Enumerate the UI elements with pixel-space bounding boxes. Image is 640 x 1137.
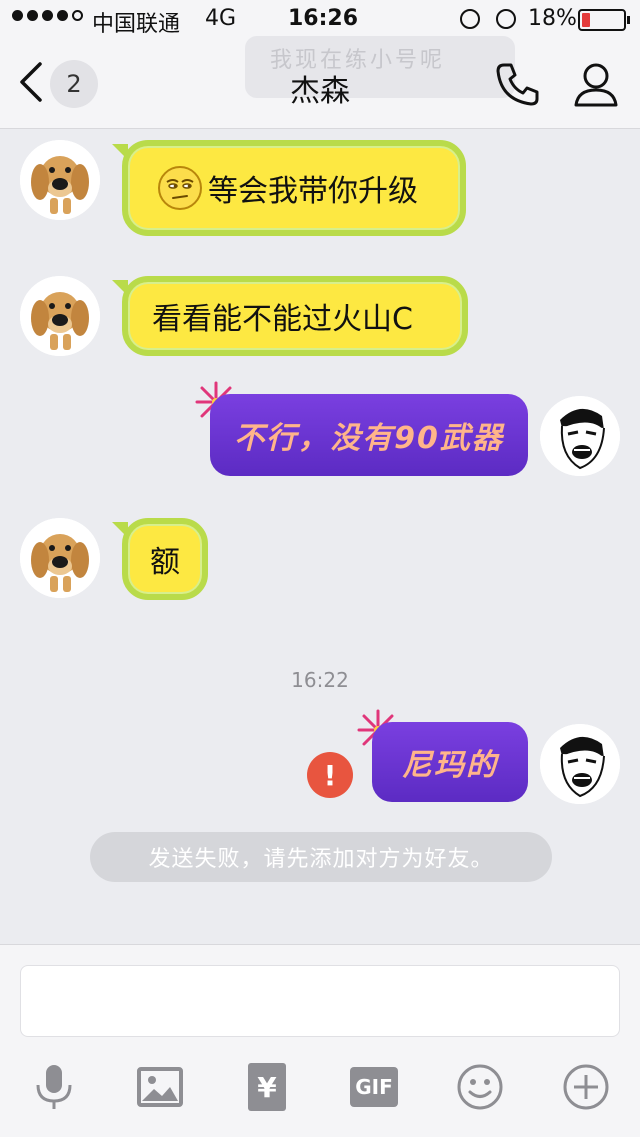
message-bubble[interactable]: 看看能不能过火山C [122, 276, 468, 356]
meme-face-avatar-icon [540, 396, 620, 476]
send-failed-icon[interactable]: ! [307, 752, 353, 798]
signal-strength-icon [12, 10, 83, 21]
smirk-emoji-icon [158, 166, 202, 210]
composer-panel: ¥ GIF [0, 944, 640, 1137]
dog-avatar-icon [20, 518, 100, 598]
battery-icon [578, 9, 630, 31]
message-timestamp: 16:22 [291, 668, 349, 692]
message-bubble[interactable]: 不行，没有90武器 [210, 394, 528, 476]
carrier-label: 中国联通 [92, 12, 181, 37]
plus-icon[interactable] [562, 1063, 610, 1111]
message-text: 不行，没有90武器 [234, 421, 504, 456]
microphone-icon[interactable] [30, 1063, 78, 1111]
friend-avatar[interactable] [20, 140, 100, 220]
emoji-icon[interactable] [456, 1063, 504, 1111]
message-text: 等会我带你升级 [208, 174, 418, 209]
chat-title: 杰森 [290, 74, 350, 109]
gif-icon[interactable]: GIF [350, 1067, 398, 1107]
nav-bar: 我现在练小号呢 2 杰森 [0, 36, 640, 129]
my-avatar[interactable] [540, 396, 620, 476]
message-bubble[interactable]: 等会我带你升级 [122, 140, 466, 236]
red-packet-icon[interactable]: ¥ [248, 1063, 286, 1111]
network-type: 4G [205, 6, 237, 31]
orientation-lock-icon [460, 9, 480, 29]
status-bar: 中国联通 4G 16:26 18% [0, 0, 640, 40]
phone-icon[interactable] [494, 60, 542, 108]
message-text: 额 [150, 545, 180, 580]
red-packet-symbol: ¥ [257, 1070, 277, 1104]
battery-percent: 18% [528, 6, 577, 31]
send-failed-notice: 发送失败，请先添加对方为好友。 [90, 832, 552, 882]
message-bubble[interactable]: 尼玛的 [372, 722, 528, 802]
message-bubble[interactable]: 额 [122, 518, 208, 600]
dog-avatar-icon [20, 140, 100, 220]
dog-avatar-icon [20, 276, 100, 356]
friend-avatar[interactable] [20, 518, 100, 598]
alarm-icon [496, 9, 516, 29]
message-text: 看看能不能过火山C [152, 302, 413, 337]
message-input[interactable] [20, 965, 620, 1037]
meme-face-avatar-icon [540, 724, 620, 804]
status-time: 16:26 [288, 6, 359, 31]
message-text: 尼玛的 [402, 748, 498, 783]
image-icon[interactable] [136, 1063, 184, 1111]
profile-icon[interactable] [572, 60, 620, 108]
gif-label: GIF [355, 1075, 393, 1099]
friend-avatar[interactable] [20, 276, 100, 356]
my-avatar[interactable] [540, 724, 620, 804]
